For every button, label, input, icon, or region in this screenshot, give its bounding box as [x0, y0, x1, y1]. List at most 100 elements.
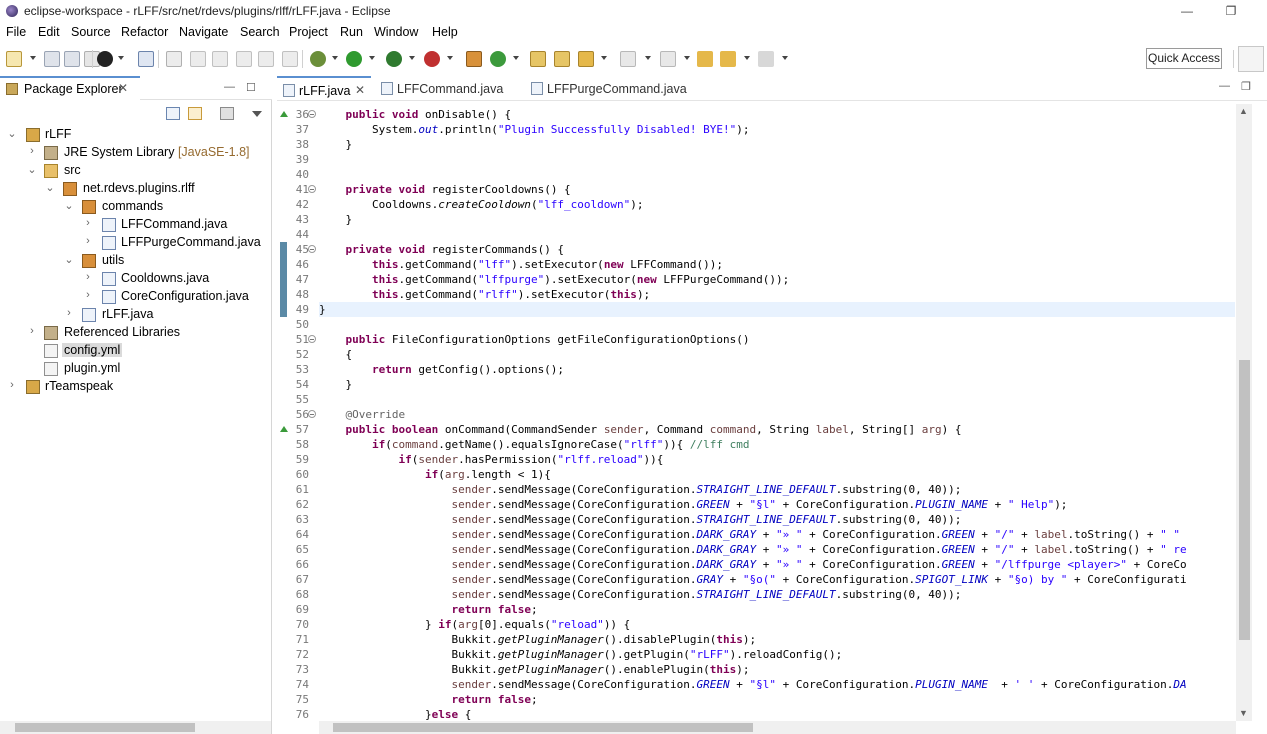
chevron-down-icon[interactable]	[684, 56, 690, 60]
external-tools-icon[interactable]	[424, 51, 440, 67]
line-number: 44	[295, 228, 309, 241]
line-number: 61	[295, 483, 309, 496]
chevron-down-icon[interactable]	[447, 56, 453, 60]
chevron-down-icon[interactable]	[782, 56, 788, 60]
menu-bar: File Edit Source Refactor Navigate Searc…	[0, 24, 1267, 43]
chevron-down-icon[interactable]	[645, 56, 651, 60]
view-menu-icon[interactable]	[250, 107, 264, 120]
chevron-down-icon[interactable]: ⌄	[44, 181, 56, 194]
open-task-icon[interactable]	[554, 51, 570, 67]
fold-toggle-icon[interactable]	[308, 410, 316, 418]
forward-arrow-icon[interactable]	[758, 51, 774, 67]
chevron-right-icon[interactable]: ›	[26, 145, 38, 157]
profile-icon[interactable]	[97, 51, 113, 67]
menu-file[interactable]: File	[6, 25, 26, 39]
back-arrow-icon[interactable]	[720, 51, 736, 67]
chevron-down-icon[interactable]	[601, 56, 607, 60]
code-area[interactable]: public void onDisable() { System.out.pri…	[319, 104, 1235, 721]
minimize-window-button[interactable]: —	[1164, 0, 1210, 24]
scrollbar-thumb[interactable]	[1239, 360, 1250, 640]
override-marker-icon[interactable]	[280, 111, 288, 117]
chevron-down-icon[interactable]: ⌄	[6, 127, 18, 140]
menu-project[interactable]: Project	[289, 25, 328, 39]
menu-run[interactable]: Run	[340, 25, 363, 39]
new-java-package-icon[interactable]	[466, 51, 482, 67]
search-icon[interactable]	[578, 51, 594, 67]
tree-item-label: config.yml	[62, 343, 123, 357]
line-number-ruler[interactable]: 36 37 38 39 40 41 42 43 44 45 46 47 48 4…	[277, 104, 318, 721]
chevron-down-icon[interactable]	[332, 56, 338, 60]
minimize-editor-button[interactable]: —	[1219, 80, 1230, 92]
maximize-view-button[interactable]: ☐	[246, 81, 256, 94]
package-explorer-horizontal-scrollbar[interactable]	[0, 721, 271, 734]
chevron-right-icon[interactable]: ›	[82, 271, 94, 283]
chevron-down-icon[interactable]	[744, 56, 750, 60]
fold-toggle-icon[interactable]	[308, 245, 316, 253]
menu-search[interactable]: Search	[240, 25, 280, 39]
chevron-right-icon[interactable]: ›	[82, 235, 94, 247]
fold-toggle-icon[interactable]	[308, 335, 316, 343]
show-whitespace-icon[interactable]	[282, 51, 298, 67]
scroll-up-arrow-icon[interactable]: ▲	[1239, 106, 1248, 116]
chevron-down-icon[interactable]	[30, 56, 36, 60]
maximize-editor-button[interactable]: ❐	[1241, 80, 1251, 93]
fold-toggle-icon[interactable]	[308, 185, 316, 193]
tab-lffcommand-java[interactable]: LFFCommand.java	[375, 76, 525, 101]
chevron-down-icon[interactable]	[369, 56, 375, 60]
link-with-editor-icon[interactable]	[188, 107, 202, 120]
chevron-down-icon[interactable]: ⌄	[63, 253, 75, 266]
edit-icon[interactable]	[190, 51, 206, 67]
chevron-down-icon[interactable]: ⌄	[26, 163, 38, 176]
quick-access-field[interactable]: Quick Access	[1146, 48, 1222, 69]
coverage-icon[interactable]	[386, 51, 402, 67]
chevron-down-icon[interactable]	[513, 56, 519, 60]
open-perspective-button[interactable]	[1238, 46, 1264, 72]
scrollbar-thumb[interactable]	[15, 723, 195, 732]
editor-vertical-scrollbar[interactable]: ▲ ▼	[1236, 104, 1252, 721]
open-type-icon[interactable]	[530, 51, 546, 67]
code-line: sender.sendMessage(CoreConfiguration.STR…	[451, 513, 962, 526]
chevron-down-icon[interactable]	[409, 56, 415, 60]
next-annotation-icon[interactable]	[236, 51, 252, 67]
chevron-right-icon[interactable]: ›	[6, 379, 18, 391]
annotation-icon[interactable]	[212, 51, 228, 67]
chevron-right-icon[interactable]: ›	[26, 325, 38, 337]
menu-help[interactable]: Help	[432, 25, 458, 39]
menu-edit[interactable]: Edit	[38, 25, 60, 39]
chevron-right-icon[interactable]: ›	[63, 307, 75, 319]
tab-lffpurgecommand-java[interactable]: LFFPurgeCommand.java	[525, 76, 695, 101]
close-icon[interactable]: ✕	[355, 83, 365, 97]
collapse-all-icon[interactable]	[166, 107, 180, 120]
maximize-window-button[interactable]: ❐	[1208, 0, 1254, 24]
prev-annotation-icon[interactable]	[258, 51, 274, 67]
save-icon[interactable]	[44, 51, 60, 67]
menu-navigate[interactable]: Navigate	[179, 25, 228, 39]
tab-rlff-java[interactable]: rLFF.java ✕	[277, 76, 371, 101]
new-icon[interactable]	[6, 51, 22, 67]
next-edit-icon[interactable]	[620, 51, 636, 67]
menu-source[interactable]: Source	[71, 25, 111, 39]
new-java-class-icon[interactable]	[490, 51, 506, 67]
run-icon[interactable]	[346, 51, 362, 67]
focus-icon[interactable]	[220, 107, 234, 120]
override-marker-icon[interactable]	[280, 426, 288, 432]
toggle-mark-occurrences-icon[interactable]	[166, 51, 182, 67]
fold-toggle-icon[interactable]	[308, 110, 316, 118]
tab-package-explorer[interactable]: Package Explorer ✕	[0, 76, 140, 100]
debug-icon[interactable]	[310, 51, 326, 67]
chevron-right-icon[interactable]: ›	[82, 217, 94, 229]
chevron-right-icon[interactable]: ›	[82, 289, 94, 301]
chevron-down-icon[interactable]: ⌄	[63, 199, 75, 212]
chevron-down-icon[interactable]	[118, 56, 124, 60]
last-edit-location-icon[interactable]	[697, 51, 713, 67]
skip-breakpoints-icon[interactable]	[138, 51, 154, 67]
minimize-view-button[interactable]: —	[224, 81, 235, 93]
scrollbar-thumb[interactable]	[333, 723, 753, 732]
save-all-icon[interactable]	[64, 51, 80, 67]
scroll-down-arrow-icon[interactable]: ▼	[1239, 708, 1248, 718]
prev-edit-icon[interactable]	[660, 51, 676, 67]
editor-horizontal-scrollbar[interactable]	[319, 721, 1236, 734]
menu-refactor[interactable]: Refactor	[121, 25, 168, 39]
close-icon[interactable]: ✕	[118, 81, 128, 95]
menu-window[interactable]: Window	[374, 25, 418, 39]
